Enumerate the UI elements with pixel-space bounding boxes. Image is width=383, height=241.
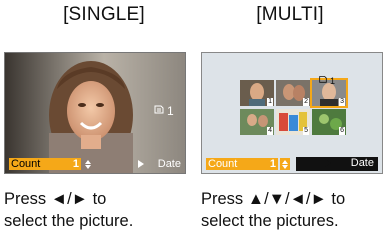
down-arrow-icon [85, 164, 91, 169]
count-value: 1 [269, 158, 276, 170]
thumbnail-number: 6 [339, 127, 345, 135]
multi-playback-screen: 1 2 3 1 4 5 6 Count 1 Date [201, 52, 383, 174]
count-bar: Count 1 Date [202, 155, 382, 173]
thumbnail-4[interactable]: 4 [240, 109, 274, 135]
thumbnail-number: 1 [267, 98, 273, 106]
single-playback-screen: 1 Count 1 Date [4, 52, 186, 174]
header-multi: [MULTI] [256, 4, 324, 25]
thumbnail-number: 4 [267, 127, 273, 135]
thumbnail-2[interactable]: 2 [276, 80, 310, 106]
count-field[interactable]: Count 1 [9, 158, 81, 170]
count-value: 1 [72, 158, 79, 170]
multi-caption-line2: select the pictures. [201, 212, 339, 230]
single-caption: Press ◄/► to select the picture. [4, 188, 133, 232]
thumbnail-5[interactable]: 5 [276, 109, 310, 135]
count-label: Count [11, 158, 41, 170]
thumbnail-number: 3 [339, 98, 345, 106]
count-field[interactable]: Count 1 [206, 158, 278, 170]
header-single: [SINGLE] [63, 4, 145, 25]
right-arrow-icon [324, 159, 331, 167]
count-stepper[interactable] [83, 158, 93, 170]
date-label: Date [157, 158, 181, 170]
date-button[interactable]: Date [323, 157, 378, 169]
down-arrow-icon [282, 164, 288, 169]
print-count: 1 [330, 75, 336, 86]
print-icon [318, 74, 328, 87]
single-caption-line1: Press ◄/► to [4, 190, 107, 208]
up-arrow-icon [282, 159, 288, 164]
print-count-indicator: 1 [318, 74, 335, 87]
date-label: Date [350, 157, 374, 169]
thumbnail-1[interactable]: 1 [240, 80, 274, 106]
count-stepper[interactable] [280, 158, 290, 170]
thumbnail-number: 2 [303, 98, 309, 106]
thumbnail-number: 5 [303, 127, 309, 135]
print-count-indicator: 1 [153, 103, 174, 118]
date-button[interactable]: Date [137, 157, 181, 171]
print-icon [153, 103, 165, 118]
thumbnail-6[interactable]: 6 [312, 109, 346, 135]
count-label: Count [208, 158, 238, 170]
up-arrow-icon [85, 159, 91, 164]
right-arrow-icon [137, 160, 144, 168]
multi-caption: Press ▲/▼/◄/► to select the pictures. [201, 188, 345, 232]
multi-caption-line1: Press ▲/▼/◄/► to [201, 190, 346, 208]
print-count: 1 [167, 103, 174, 118]
count-bar: Count 1 Date [5, 155, 185, 173]
single-caption-line2: select the picture. [4, 212, 134, 230]
